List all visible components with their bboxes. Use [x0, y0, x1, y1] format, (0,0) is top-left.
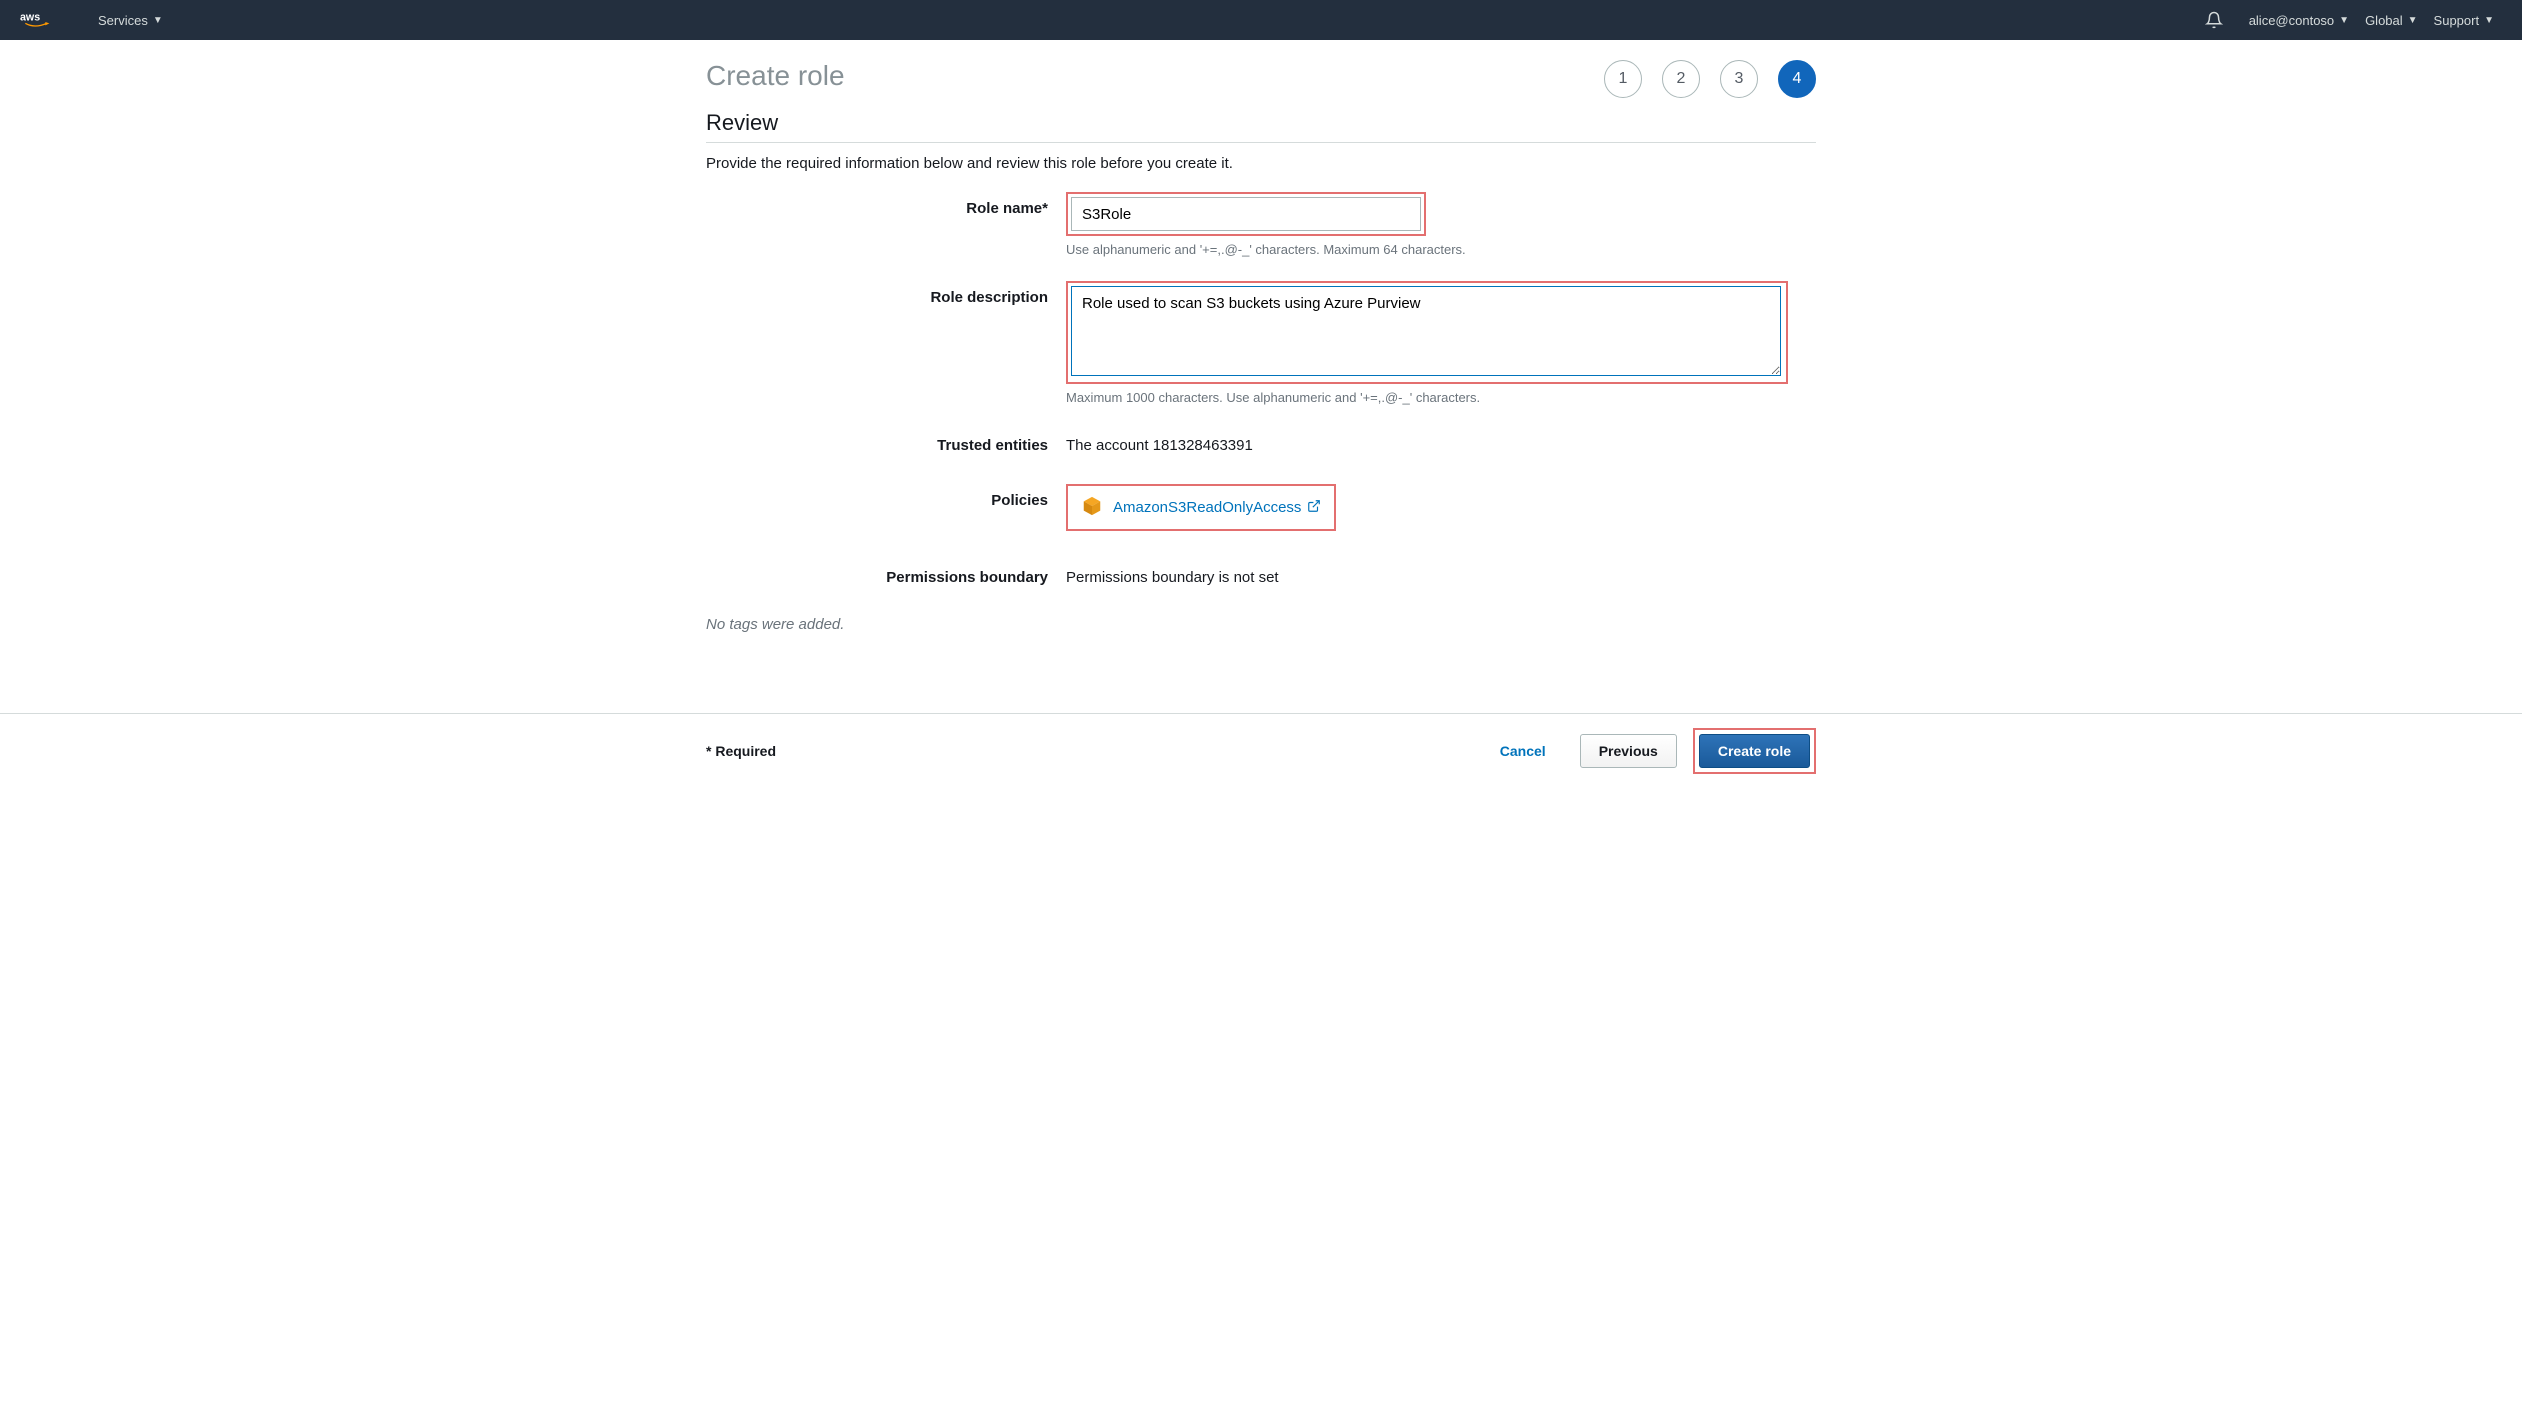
role-name-hint: Use alphanumeric and '+=,.@-_' character… — [1066, 242, 1816, 257]
highlight-role-name — [1066, 192, 1426, 236]
previous-button[interactable]: Previous — [1580, 734, 1677, 768]
external-link-icon — [1307, 499, 1321, 517]
footer-actions: Cancel Previous Create role — [1482, 728, 1816, 774]
notifications-button[interactable] — [2197, 11, 2231, 29]
caret-down-icon: ▼ — [2408, 15, 2418, 26]
policy-box-icon — [1081, 495, 1103, 520]
bell-icon — [2205, 11, 2223, 29]
aws-logo[interactable]: aws — [20, 10, 60, 30]
row-permissions-boundary: Permissions boundary Permissions boundar… — [706, 561, 1816, 586]
step-3[interactable]: 3 — [1720, 60, 1758, 98]
nav-region-label: Global — [2365, 13, 2403, 28]
caret-down-icon: ▼ — [153, 15, 163, 26]
caret-down-icon: ▼ — [2339, 15, 2349, 26]
nav-services[interactable]: Services ▼ — [90, 13, 171, 28]
step-4[interactable]: 4 — [1778, 60, 1816, 98]
permissions-boundary-label: Permissions boundary — [706, 561, 1066, 586]
create-role-button[interactable]: Create role — [1699, 734, 1810, 768]
wizard-steps: 1 2 3 4 — [1604, 60, 1816, 98]
role-description-hint: Maximum 1000 characters. Use alphanumeri… — [1066, 390, 1816, 405]
trusted-entities-value: The account 181328463391 — [1066, 429, 1816, 454]
role-name-label: Role name* — [706, 192, 1066, 217]
no-tags-message: No tags were added. — [706, 616, 1816, 633]
policy-item: AmazonS3ReadOnlyAccess — [1071, 489, 1331, 526]
aws-logo-icon: aws — [20, 10, 60, 30]
step-2[interactable]: 2 — [1662, 60, 1700, 98]
row-role-description: Role description Maximum 1000 characters… — [706, 281, 1816, 423]
nav-support-label: Support — [2434, 13, 2480, 28]
highlight-policies: AmazonS3ReadOnlyAccess — [1066, 484, 1336, 531]
svg-text:aws: aws — [20, 12, 40, 24]
required-note: * Required — [706, 743, 776, 759]
row-trusted-entities: Trusted entities The account 18132846339… — [706, 429, 1816, 454]
highlight-role-description — [1066, 281, 1788, 384]
role-description-label: Role description — [706, 281, 1066, 306]
caret-down-icon: ▼ — [2484, 15, 2494, 26]
policies-label: Policies — [706, 484, 1066, 509]
trusted-entities-label: Trusted entities — [706, 429, 1066, 454]
nav-support[interactable]: Support ▼ — [2426, 13, 2502, 28]
nav-user[interactable]: alice@contoso ▼ — [2241, 13, 2357, 28]
role-description-input[interactable] — [1071, 286, 1781, 376]
main-content: 1 2 3 4 Create role Review Provide the r… — [706, 40, 1816, 633]
section-subtitle: Provide the required information below a… — [706, 155, 1816, 172]
policy-link[interactable]: AmazonS3ReadOnlyAccess — [1113, 499, 1321, 517]
nav-user-label: alice@contoso — [2249, 13, 2334, 28]
highlight-create-role: Create role — [1693, 728, 1816, 774]
footer: * Required Cancel Previous Create role — [0, 713, 2522, 788]
row-policies: Policies AmazonS3ReadOnlyAccess — [706, 484, 1816, 531]
step-1[interactable]: 1 — [1604, 60, 1642, 98]
top-nav: aws Services ▼ alice@contoso ▼ Global ▼ … — [0, 0, 2522, 40]
row-role-name: Role name* Use alphanumeric and '+=,.@-_… — [706, 192, 1816, 275]
cancel-button[interactable]: Cancel — [1482, 734, 1564, 768]
nav-services-label: Services — [98, 13, 148, 28]
section-title: Review — [706, 110, 1816, 143]
nav-region[interactable]: Global ▼ — [2357, 13, 2425, 28]
role-name-input[interactable] — [1071, 197, 1421, 231]
policy-name: AmazonS3ReadOnlyAccess — [1113, 499, 1301, 516]
permissions-boundary-value: Permissions boundary is not set — [1066, 561, 1816, 586]
